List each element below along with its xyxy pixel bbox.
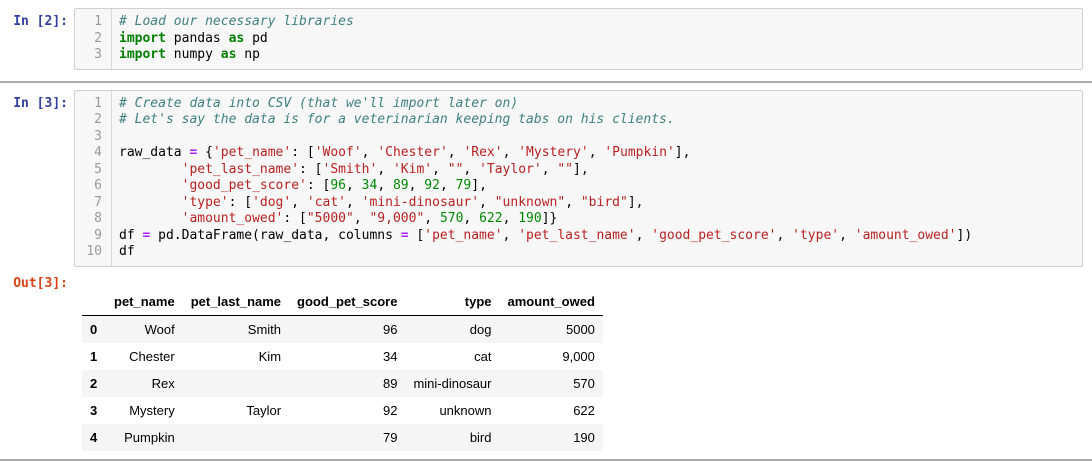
output-area: Out[3]: pet_name pet_last_name good_pet_sc… xyxy=(0,276,1092,451)
table-cell: dog xyxy=(469,321,492,337)
code-line: df = pd.DataFrame(raw_data, columns = ['… xyxy=(119,227,973,243)
table-cell: Taylor xyxy=(246,402,282,418)
row-index: 2 xyxy=(90,375,98,391)
column-header: good_pet_score xyxy=(297,293,398,309)
code-line: # Let's say the data is for a veterinari… xyxy=(119,112,675,127)
code-line: 'type': ['dog', 'cat', 'mini-dinosaur', … xyxy=(181,194,644,210)
table-cell: mini-dinosaur xyxy=(413,375,492,391)
dataframe-header-row: pet_name pet_last_name good_pet_score type a… xyxy=(82,288,603,316)
table-cell xyxy=(183,424,289,451)
table-cell: 96 xyxy=(382,321,398,337)
table-cell: 190 xyxy=(573,429,595,445)
line-number: 5 xyxy=(94,161,102,177)
cell-divider xyxy=(0,80,1092,83)
code-line: 'good_pet_score': [96, 34, 89, 92, 79], xyxy=(181,178,487,193)
code-line: df xyxy=(119,244,135,259)
row-index: 3 xyxy=(90,402,98,418)
line-number: 7 xyxy=(94,194,102,210)
line-number: 3 xyxy=(94,47,102,62)
column-header: amount_owed xyxy=(507,293,595,309)
row-index: 4 xyxy=(90,429,98,445)
table-cell: 622 xyxy=(573,402,595,418)
input-prompt: In [3]: xyxy=(13,95,68,111)
table-cell: 34 xyxy=(382,348,398,364)
code-line: import pandas as pd xyxy=(119,30,268,46)
line-number: 4 xyxy=(94,145,102,160)
table-cell: Smith xyxy=(247,321,282,337)
line-number-gutter: 1 2 3 4 5 6 7 8 9 10 xyxy=(75,90,112,266)
code-lines: # Load our necessary libraries import pan… xyxy=(112,9,354,69)
table-cell: bird xyxy=(469,429,492,445)
code-line: import numpy as np xyxy=(119,47,260,62)
table-cell: Rex xyxy=(151,375,175,391)
column-header: pet_name xyxy=(114,293,175,309)
code-line: raw_data = {'pet_name': ['Woof', 'Cheste… xyxy=(119,145,691,160)
code-line: # Load our necessary libraries xyxy=(119,14,354,29)
output-prompt: Out[3]: xyxy=(13,275,68,291)
line-number: 1 xyxy=(94,14,102,29)
table-cell: 5000 xyxy=(565,321,595,337)
output-content: pet_name pet_last_name good_pet_score type a… xyxy=(82,276,603,451)
code-editor[interactable]: 1 2 3 4 5 6 7 8 9 10 # Create data into CSV (that… xyxy=(74,89,1083,267)
dataframe-row: 4 Pumpkin 79 bird 190 xyxy=(82,423,603,451)
row-index: 0 xyxy=(90,321,98,337)
table-cell: 570 xyxy=(573,375,595,391)
column-header: pet_last_name xyxy=(190,293,282,309)
code-cell-1: In [2]: 123 # Load our necessary librari… xyxy=(0,8,1092,70)
code-lines: # Create data into CSV (that we'll impor… xyxy=(112,91,972,266)
table-cell: 89 xyxy=(382,375,398,391)
input-prompt: In [2]: xyxy=(13,14,68,29)
code-cell-2: In [3]: 1 2 3 4 5 6 7 8 9 10 # Create data into C… xyxy=(0,89,1092,267)
line-number: 9 xyxy=(94,227,102,243)
row-index: 1 xyxy=(90,348,98,364)
line-number: 10 xyxy=(86,244,102,259)
table-cell: Kim xyxy=(258,348,282,364)
dataframe-row: 3 Mystery Taylor 92 unknown 622 xyxy=(82,397,603,424)
table-cell: Chester xyxy=(129,348,175,364)
dataframe-row: 2 Rex 89 mini-dinosaur 570 xyxy=(82,369,603,397)
line-number-gutter: 123 xyxy=(75,9,112,69)
cell-divider xyxy=(0,458,1092,461)
dataframe-row: 0 Woof Smith 96 dog 5000 xyxy=(82,315,603,343)
table-cell: 92 xyxy=(382,402,398,418)
table-cell: Woof xyxy=(144,321,175,337)
code-editor[interactable]: 123 # Load our necessary libraries import… xyxy=(74,8,1083,70)
code-line: 'amount_owed': ["5000", "9,000", 570, 62… xyxy=(181,211,558,226)
code-line: 'pet_last_name': ['Smith', 'Kim', "", 'T… xyxy=(181,161,589,177)
table-cell: 9,000 xyxy=(562,348,595,364)
corner-header xyxy=(82,288,106,316)
table-cell: cat xyxy=(474,348,492,364)
table-cell: 79 xyxy=(382,429,398,445)
table-cell xyxy=(183,370,289,397)
table-cell: Mystery xyxy=(129,402,175,418)
line-number: 3 xyxy=(94,128,102,144)
code-line: # Create data into CSV (that we'll impor… xyxy=(119,95,519,111)
line-number: 8 xyxy=(94,211,102,226)
line-number: 1 xyxy=(94,95,102,111)
dataframe-table: pet_name pet_last_name good_pet_score type a… xyxy=(82,288,603,451)
line-number: 2 xyxy=(94,112,102,127)
table-cell: unknown xyxy=(439,402,492,418)
jupyter-notebook: In [2]: 123 # Load our necessary librari… xyxy=(0,8,1092,461)
column-header: type xyxy=(464,293,492,309)
line-number: 2 xyxy=(94,30,102,46)
line-number: 6 xyxy=(94,178,102,193)
dataframe-row: 1 Chester Kim 34 cat 9,000 xyxy=(82,343,603,370)
table-cell: Pumpkin xyxy=(124,429,175,445)
